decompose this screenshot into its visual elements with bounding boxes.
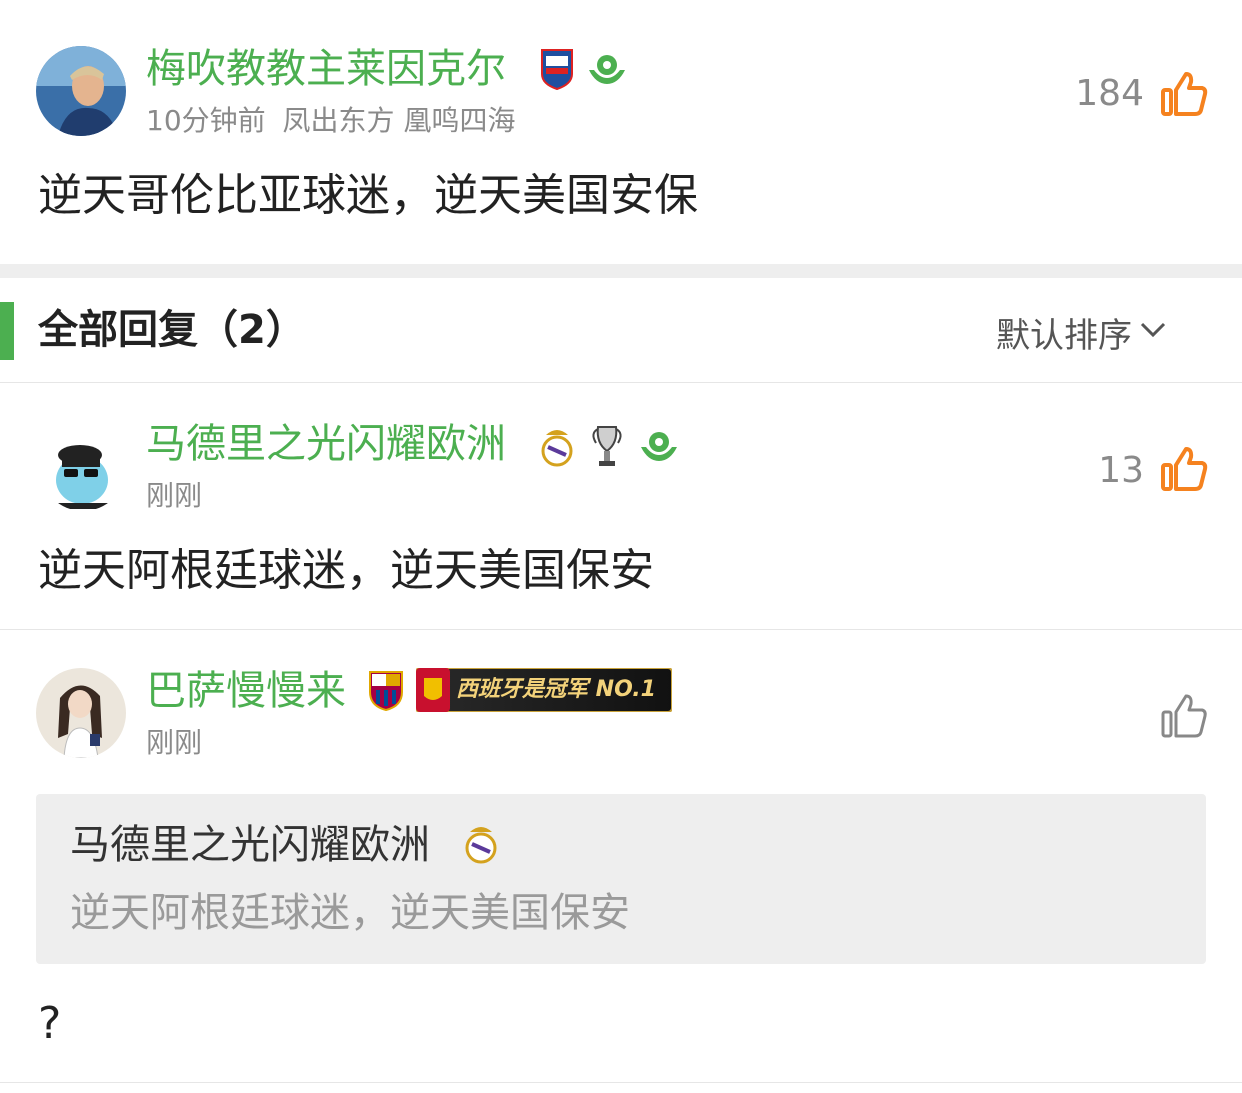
thumbs-up-icon[interactable] xyxy=(1160,692,1208,740)
comment-time: 10分钟前 凤出东方 凰鸣四海 xyxy=(146,104,515,138)
thumbs-up-icon[interactable] xyxy=(1160,445,1208,493)
reply-time: 刚刚 xyxy=(146,479,203,512)
username[interactable]: 马德里之光闪耀欧洲 xyxy=(146,421,506,467)
green-football-icon xyxy=(638,427,680,465)
like-count: 13 xyxy=(1098,450,1144,491)
quoted-reply[interactable]: 马德里之光闪耀欧洲 逆天阿根廷球迷，逆天美国保安 xyxy=(36,794,1206,964)
quoted-text: 逆天阿根廷球迷，逆天美国保安 xyxy=(70,890,630,936)
comment-text: 逆天哥伦比亚球迷，逆天美国安保 xyxy=(38,170,698,221)
replies-header: 全部回复（2） 默认排序 xyxy=(0,278,1242,382)
user-tags: 凤出东方 凰鸣四海 xyxy=(282,104,516,137)
reply-item: 巴萨慢慢来 西班牙是冠军 NO.1 刚刚 马德里之光闪耀欧洲 逆天阿根廷球迷，逆… xyxy=(0,630,1242,1082)
avatar[interactable] xyxy=(40,425,126,511)
username[interactable]: 巴萨慢慢来 xyxy=(146,668,346,714)
banner-text: 西班牙是冠军 NO.1 xyxy=(456,677,656,702)
header-accent-bar xyxy=(0,302,14,360)
reply-text: 逆天阿根廷球迷，逆天美国保安 xyxy=(38,545,654,596)
reply-item: 马德里之光闪耀欧洲 刚刚 13 逆天阿根廷球迷，逆天美国保安 xyxy=(0,383,1242,629)
like-count: 184 xyxy=(1075,73,1144,114)
spain-champion-banner: 西班牙是冠军 NO.1 xyxy=(415,667,673,713)
sort-dropdown[interactable]: 默认排序 xyxy=(996,310,1166,356)
username[interactable]: 梅吹教教主莱因克尔 xyxy=(146,46,506,92)
avatar[interactable] xyxy=(36,46,126,136)
replies-title: 全部回复（2） xyxy=(38,307,306,353)
divider xyxy=(0,1082,1242,1083)
barcelona-badge-icon xyxy=(366,668,406,712)
green-football-icon xyxy=(586,50,628,88)
champions-trophy-icon xyxy=(590,423,624,469)
time-text: 10分钟前 xyxy=(146,104,266,137)
quoted-username: 马德里之光闪耀欧洲 xyxy=(70,822,430,868)
thumbs-up-icon[interactable] xyxy=(1160,70,1208,118)
reply-text: ? xyxy=(38,998,62,1049)
club-badge-icon xyxy=(540,48,574,91)
real-madrid-badge-icon xyxy=(464,822,498,864)
sort-label: 默认排序 xyxy=(996,315,1132,356)
chevron-down-icon xyxy=(1140,322,1166,342)
avatar[interactable] xyxy=(36,668,126,758)
reply-time: 刚刚 xyxy=(146,726,203,759)
main-comment: 梅吹教教主莱因克尔 10分钟前 凤出东方 凰鸣四海 184 逆天哥伦比亚球迷，逆… xyxy=(0,0,1242,262)
real-madrid-badge-icon xyxy=(540,425,574,467)
section-separator xyxy=(0,264,1242,278)
